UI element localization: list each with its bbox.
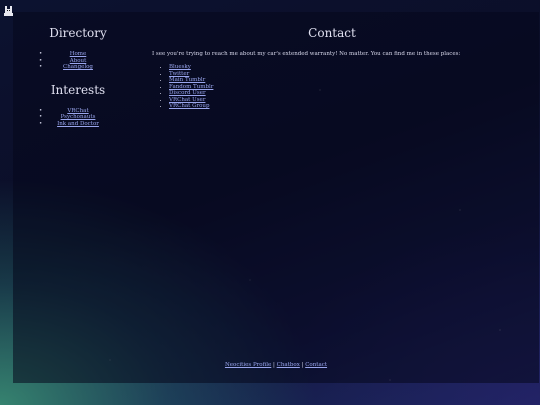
footer: Neocities Profile | Chatbox | Contact — [13, 362, 539, 368]
psychonauts-link[interactable]: Psychonauts — [61, 114, 96, 120]
directory-heading: Directory — [49, 26, 107, 40]
vrchat-group-link[interactable]: VRChat Group — [169, 103, 210, 109]
directory-list: Home About Changelog — [38, 51, 118, 71]
changelog-link[interactable]: Changelog — [63, 64, 93, 70]
chatbox-link[interactable]: Chatbox — [277, 362, 300, 368]
contact-intro-text: I see you're trying to reach me about my… — [152, 51, 461, 57]
contact-item-vrchat-group: VRChat Group — [169, 103, 512, 110]
contact-section: Contact I see you're trying to reach me … — [152, 26, 512, 110]
footer-contact-link[interactable]: Contact — [305, 362, 327, 368]
twitter-link[interactable]: Twitter — [169, 71, 189, 77]
main-tumblr-link[interactable]: Main Tumblr — [169, 77, 205, 83]
interests-item-ink-and-doctor: Ink and Doctor — [38, 121, 118, 128]
sidebar: Directory Home About Changelog Interests… — [38, 26, 118, 127]
ink-and-doctor-link[interactable]: Ink and Doctor — [57, 121, 99, 127]
discord-user-link[interactable]: Discord User — [169, 90, 206, 96]
directory-item-changelog: Changelog — [38, 64, 118, 71]
vrchat-user-link[interactable]: VRChat User — [169, 97, 205, 103]
about-link[interactable]: About — [70, 58, 87, 64]
contact-links-list: Bluesky Twitter Main Tumblr Fandom Tumbl… — [152, 64, 512, 110]
interests-heading: Interests — [50, 82, 106, 97]
vrchat-interest-link[interactable]: VRChat — [67, 108, 88, 114]
home-link[interactable]: Home — [70, 51, 87, 57]
interests-list: VRChat Psychonauts Ink and Doctor — [38, 108, 118, 128]
fandom-tumblr-link[interactable]: Fandom Tumblr — [169, 84, 213, 90]
bluesky-link[interactable]: Bluesky — [169, 64, 191, 70]
contact-heading: Contact — [308, 26, 356, 40]
neocities-profile-link[interactable]: Neocities Profile — [225, 362, 271, 368]
